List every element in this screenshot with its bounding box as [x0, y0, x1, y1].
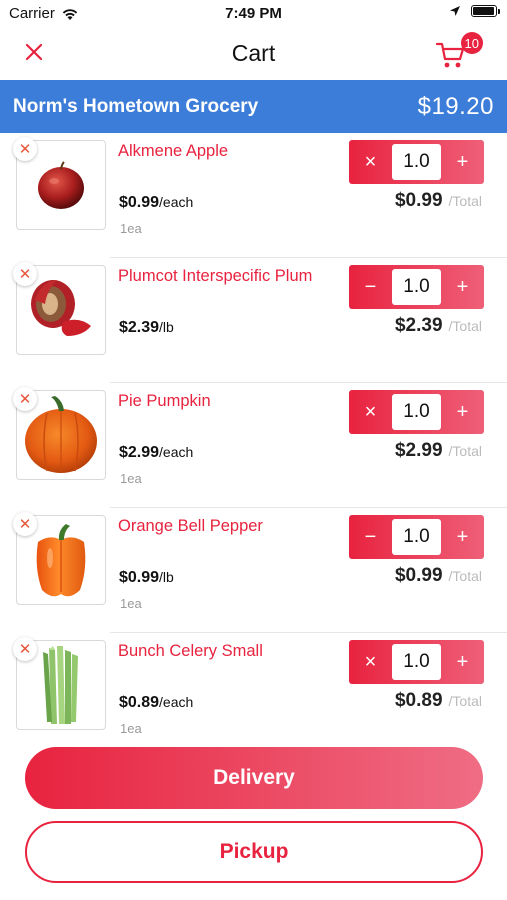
cart-item: ✕ Bunch Celery Small $0.89/each 1ea × 1.… [0, 633, 507, 738]
remove-icon: ✕ [18, 516, 32, 533]
close-button[interactable] [22, 40, 46, 64]
quantity-stepper: × 1.0 + [349, 390, 484, 434]
store-total: $19.20 [417, 92, 494, 120]
price-unit: /each [159, 194, 194, 210]
cart-item: ✕ Orange Bell Pepper $0.99/lb 1ea − 1.0 … [0, 508, 507, 633]
quantity-input[interactable]: 1.0 [392, 644, 441, 680]
status-right [449, 5, 500, 17]
remove-item-button[interactable]: ✕ [13, 637, 37, 661]
unit-price: $0.89/each [119, 694, 193, 712]
price-unit: /lb [159, 569, 174, 585]
line-total: $0.99 /Total [395, 565, 482, 587]
cart-count-badge: 10 [460, 32, 483, 54]
price-value: $0.99 [119, 194, 160, 211]
price-unit: /lb [159, 319, 174, 335]
cart-item: ✕ Alkmene Apple $0.99/each 1ea × 1.0 + $… [0, 133, 507, 258]
increase-quantity-button[interactable]: + [441, 265, 484, 309]
product-name[interactable]: Orange Bell Pepper [118, 517, 263, 536]
decrease-quantity-button[interactable]: − [349, 515, 392, 559]
quantity-stepper: × 1.0 + [349, 640, 484, 684]
quantity-input[interactable]: 1.0 [392, 394, 441, 430]
price-unit: /each [159, 694, 194, 710]
quantity-input[interactable]: 1.0 [392, 269, 441, 305]
quantity-note: 1ea [120, 221, 142, 236]
celery-image [43, 646, 78, 724]
line-total: $2.99 /Total [395, 440, 482, 462]
line-total-value: $0.99 [394, 190, 443, 211]
quantity-note: 1ea [120, 721, 142, 736]
increase-quantity-button[interactable]: + [441, 390, 484, 434]
pepper-image [36, 524, 86, 597]
remove-icon: ✕ [18, 641, 32, 658]
line-total-label: /Total [448, 318, 482, 334]
location-arrow-icon [450, 6, 460, 16]
price-value: $2.39 [119, 319, 160, 336]
nav-bar: Cart 10 [0, 28, 507, 78]
pickup-button[interactable]: Pickup [25, 821, 483, 883]
battery-icon [471, 5, 500, 17]
line-total: $2.39 /Total [395, 315, 482, 337]
price-value: $2.99 [119, 444, 160, 461]
increase-quantity-button[interactable]: + [441, 640, 484, 684]
unit-price: $0.99/lb [119, 569, 174, 587]
cart-button[interactable]: 10 [433, 32, 483, 72]
line-total-label: /Total [448, 443, 482, 459]
remove-icon: ✕ [18, 141, 32, 158]
store-name: Norm's Hometown Grocery [13, 95, 259, 117]
status-time: 7:49 PM [225, 5, 282, 22]
store-header: Norm's Hometown Grocery $19.20 [0, 80, 507, 133]
line-total-label: /Total [448, 693, 482, 709]
remove-item-button[interactable]: ✕ [13, 387, 37, 411]
increase-quantity-button[interactable]: + [441, 140, 484, 184]
cart-item: ✕ Pie Pumpkin $2.99/each 1ea × 1.0 + $2.… [0, 383, 507, 508]
remove-item-button[interactable]: ✕ [13, 512, 37, 536]
quantity-note: 1ea [120, 596, 142, 611]
product-name[interactable]: Plumcot Interspecific Plum [118, 267, 312, 286]
decrease-quantity-button[interactable]: × [349, 640, 392, 684]
price-value: $0.89 [119, 694, 160, 711]
quantity-stepper: × 1.0 + [349, 140, 484, 184]
delivery-button[interactable]: Delivery [25, 747, 483, 809]
close-icon [25, 43, 43, 61]
line-total-value: $0.89 [394, 690, 443, 711]
decrease-quantity-button[interactable]: − [349, 265, 392, 309]
quantity-input[interactable]: 1.0 [392, 519, 441, 555]
remove-item-button[interactable]: ✕ [13, 262, 37, 286]
unit-price: $2.99/each [119, 444, 193, 462]
line-total-label: /Total [448, 193, 482, 209]
quantity-note: 1ea [120, 471, 142, 486]
battery-fill [473, 7, 494, 15]
product-name[interactable]: Bunch Celery Small [118, 642, 263, 661]
line-total-value: $0.99 [394, 565, 443, 586]
line-total-value: $2.39 [394, 315, 443, 336]
decrease-quantity-button[interactable]: × [349, 390, 392, 434]
increase-quantity-button[interactable]: + [441, 515, 484, 559]
line-total: $0.99 /Total [395, 190, 482, 212]
line-total: $0.89 /Total [395, 690, 482, 712]
page-title: Cart [231, 39, 276, 66]
cart-item-list: ✕ Alkmene Apple $0.99/each 1ea × 1.0 + $… [0, 133, 507, 738]
unit-price: $0.99/each [119, 194, 193, 212]
unit-price: $2.39/lb [119, 319, 174, 337]
price-unit: /each [159, 444, 194, 460]
apple-image [38, 161, 84, 209]
product-name[interactable]: Pie Pumpkin [118, 392, 211, 411]
quantity-input[interactable]: 1.0 [392, 144, 441, 180]
decrease-quantity-button[interactable]: × [349, 140, 392, 184]
remove-icon: ✕ [18, 391, 32, 408]
quantity-stepper: − 1.0 + [349, 515, 484, 559]
product-name[interactable]: Alkmene Apple [118, 142, 228, 161]
quantity-stepper: − 1.0 + [349, 265, 484, 309]
cart-item: ✕ Plumcot Interspecific Plum $2.39/lb − … [0, 258, 507, 383]
status-bar: Carrier 7:49 PM [0, 0, 507, 28]
line-total-value: $2.99 [394, 440, 443, 461]
price-value: $0.99 [119, 569, 160, 586]
remove-item-button[interactable]: ✕ [13, 137, 37, 161]
remove-icon: ✕ [18, 266, 32, 283]
line-total-label: /Total [448, 568, 482, 584]
